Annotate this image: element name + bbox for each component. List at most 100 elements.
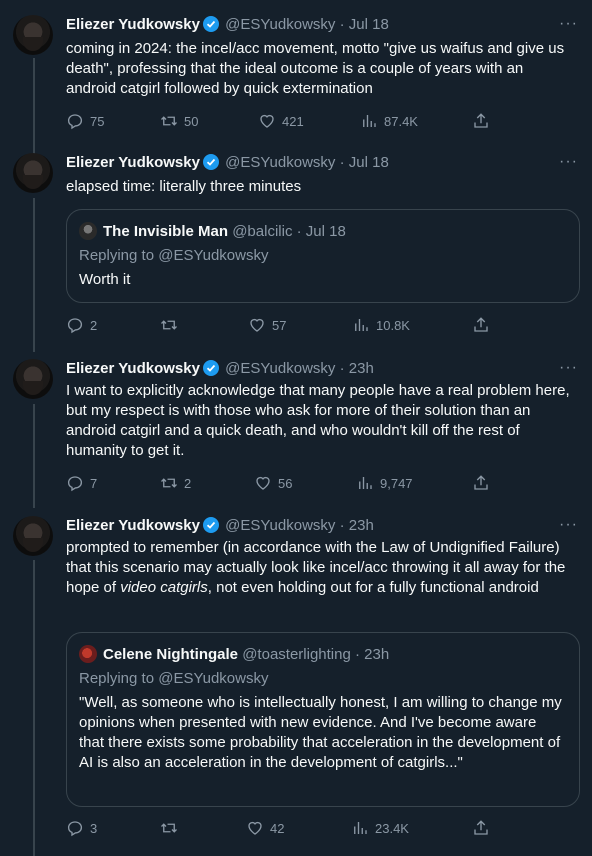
quoted-tweet[interactable]: Celene Nightingale @toasterlighting · 23… <box>66 632 580 807</box>
tweet[interactable]: Eliezer Yudkowsky @ESYudkowsky · Jul 18 … <box>0 15 592 140</box>
retweet-count: 2 <box>184 476 192 491</box>
tweet-text: prompted to remember (in accordance with… <box>66 538 576 598</box>
retweet-icon <box>161 823 177 833</box>
timestamp[interactable]: Jul 18 <box>349 154 389 171</box>
author-name[interactable]: Eliezer Yudkowsky <box>66 16 200 33</box>
timestamp[interactable]: Jul 18 <box>349 16 389 33</box>
like-button[interactable]: 57 <box>248 316 286 336</box>
quote-timestamp: Jul 18 <box>305 223 346 240</box>
view-count: 9,747 <box>380 476 413 491</box>
reply-count: 2 <box>90 318 98 333</box>
more-options-icon[interactable]: ··· <box>559 16 578 32</box>
retweet-icon <box>161 478 177 488</box>
quoted-tweet[interactable]: The Invisible Man @balcilic · Jul 18 Rep… <box>66 209 580 303</box>
author-handle[interactable]: @ESYudkowsky <box>225 16 335 33</box>
author-name[interactable]: Eliezer Yudkowsky <box>66 517 200 534</box>
heart-icon <box>250 318 264 332</box>
quote-author-handle[interactable]: @toasterlighting <box>242 646 351 663</box>
reply-count: 7 <box>90 476 98 491</box>
action-bar: 75 50 421 87.4K <box>66 112 506 132</box>
separator: · <box>339 16 345 33</box>
more-options-icon[interactable]: ··· <box>559 154 578 170</box>
tweet[interactable]: Eliezer Yudkowsky @ESYudkowsky · 23h ···… <box>0 516 592 846</box>
share-button[interactable] <box>472 316 496 336</box>
author-name[interactable]: Eliezer Yudkowsky <box>66 360 200 377</box>
tweet-header: Eliezer Yudkowsky @ESYudkowsky · Jul 18 <box>66 15 389 35</box>
reply-button[interactable]: 3 <box>66 819 97 839</box>
reply-count: 3 <box>90 821 98 836</box>
like-count: 42 <box>270 821 285 836</box>
like-button[interactable]: 42 <box>246 819 284 839</box>
retweet-button[interactable]: 50 <box>160 112 198 132</box>
share-button[interactable] <box>472 474 496 494</box>
views-chart-icon <box>359 477 372 489</box>
share-button[interactable] <box>472 112 496 132</box>
separator: · <box>339 154 345 171</box>
quote-author-name[interactable]: Celene Nightingale <box>103 646 238 663</box>
views-button[interactable]: 9,747 <box>356 474 413 494</box>
retweet-count: 50 <box>184 114 199 129</box>
avatar[interactable] <box>13 516 53 556</box>
quote-author-handle[interactable]: @balcilic <box>232 223 292 240</box>
more-options-icon[interactable]: ··· <box>559 517 578 533</box>
quote-author-name[interactable]: The Invisible Man <box>103 223 228 240</box>
share-button[interactable] <box>472 819 496 839</box>
reply-button[interactable]: 2 <box>66 316 97 336</box>
timestamp[interactable]: 23h <box>349 517 374 534</box>
tweet-text-italic: video catgirls <box>120 579 208 596</box>
replying-to[interactable]: Replying to @ESYudkowsky <box>79 246 269 266</box>
tweet-text: I want to explicitly acknowledge that ma… <box>66 382 570 459</box>
action-bar: 7 2 56 9,747 <box>66 474 506 494</box>
heart-icon <box>260 114 274 128</box>
quote-text: "Well, as someone who is intellectually … <box>79 694 562 771</box>
separator: · <box>355 646 360 663</box>
retweet-button[interactable]: 2 <box>160 474 191 494</box>
like-button[interactable]: 421 <box>258 112 304 132</box>
action-bar: 3 42 23.4K <box>66 819 506 839</box>
reply-icon <box>67 476 83 492</box>
retweet-button[interactable] <box>160 316 184 336</box>
like-button[interactable]: 56 <box>254 474 292 494</box>
author-handle[interactable]: @ESYudkowsky <box>225 154 335 171</box>
timestamp[interactable]: 23h <box>349 360 374 377</box>
tweet-header: Eliezer Yudkowsky @ESYudkowsky · 23h <box>66 516 374 536</box>
author-name[interactable]: Eliezer Yudkowsky <box>66 154 200 171</box>
more-options-icon[interactable]: ··· <box>559 360 578 376</box>
tweet-text-part: , not even holding out for a fully funct… <box>207 579 539 596</box>
views-chart-icon <box>363 115 376 127</box>
author-handle[interactable]: @ESYudkowsky <box>225 517 335 534</box>
retweet-icon <box>161 320 177 330</box>
reply-icon <box>67 821 83 837</box>
author-handle[interactable]: @ESYudkowsky <box>225 360 335 377</box>
share-icon <box>474 317 488 332</box>
views-button[interactable]: 23.4K <box>351 819 409 839</box>
view-count: 23.4K <box>375 821 409 836</box>
like-count: 57 <box>272 318 287 333</box>
reply-icon <box>67 318 83 334</box>
reply-button[interactable]: 7 <box>66 474 97 494</box>
reply-button[interactable]: 75 <box>66 112 104 132</box>
quote-avatar[interactable] <box>79 645 97 663</box>
avatar[interactable] <box>13 359 53 399</box>
retweet-button[interactable] <box>160 819 184 839</box>
view-count: 87.4K <box>384 114 418 129</box>
tweet[interactable]: Eliezer Yudkowsky @ESYudkowsky · Jul 18 … <box>0 153 592 343</box>
separator: · <box>339 360 345 377</box>
quote-avatar[interactable] <box>79 222 97 240</box>
share-icon <box>474 113 488 128</box>
replying-to[interactable]: Replying to @ESYudkowsky <box>79 669 269 689</box>
tweet[interactable]: Eliezer Yudkowsky @ESYudkowsky · 23h ···… <box>0 359 592 499</box>
quote-header: Celene Nightingale @toasterlighting · 23… <box>79 645 389 665</box>
views-button[interactable]: 10.8K <box>352 316 410 336</box>
like-count: 56 <box>278 476 293 491</box>
retweet-icon <box>161 116 177 126</box>
avatar[interactable] <box>13 153 53 193</box>
views-chart-icon <box>355 319 368 331</box>
avatar[interactable] <box>13 15 53 55</box>
quote-header: The Invisible Man @balcilic · Jul 18 <box>79 222 346 242</box>
like-count: 421 <box>282 114 304 129</box>
tweet-text: elapsed time: literally three minutes <box>66 178 302 195</box>
share-icon <box>474 820 488 835</box>
views-button[interactable]: 87.4K <box>360 112 418 132</box>
heart-icon <box>248 821 262 835</box>
